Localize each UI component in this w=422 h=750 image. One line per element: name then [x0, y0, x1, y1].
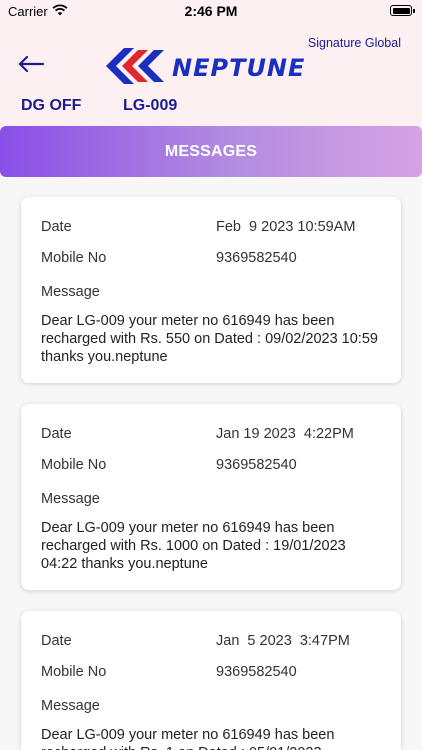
- message-text: Dear LG-009 your meter no 616949 has bee…: [41, 727, 335, 750]
- message-text: Dear LG-009 your meter no 616949 has bee…: [41, 520, 346, 572]
- message-card: Date Jan 19 2023 4:22PM Mobile No 936958…: [21, 404, 401, 590]
- mobile-value: 9369582540: [216, 457, 297, 473]
- message-label: Message: [41, 284, 100, 300]
- mobile-value: 9369582540: [216, 250, 297, 266]
- mobile-value: 9369582540: [216, 664, 297, 680]
- status-bar: Carrier 2:46 PM: [0, 0, 422, 24]
- page-title: MESSAGES: [164, 142, 258, 160]
- message-card: Date Feb 9 2023 10:59AM Mobile No 936958…: [21, 197, 401, 383]
- mobile-label: Mobile No: [41, 664, 107, 680]
- date-label: Date: [41, 633, 72, 649]
- mobile-label: Mobile No: [41, 457, 107, 473]
- date-value: Feb 9 2023 10:59AM: [216, 219, 356, 235]
- logo-text: NEPTUNE: [172, 54, 306, 82]
- unit-id-label: LG-009: [123, 97, 178, 114]
- battery-icon: [390, 5, 415, 16]
- clock: 2:46 PM: [184, 3, 238, 19]
- back-arrow-icon[interactable]: [16, 52, 46, 76]
- messages-banner: MESSAGES: [0, 126, 422, 177]
- company-name: Signature Global: [307, 36, 401, 50]
- mobile-label: Mobile No: [41, 250, 107, 266]
- date-value: Jan 19 2023 4:22PM: [216, 426, 354, 442]
- message-label: Message: [41, 698, 100, 714]
- logo-mark-icon: [106, 48, 164, 84]
- neptune-logo: NEPTUNE: [102, 46, 320, 86]
- message-text: Dear LG-009 your meter no 616949 has bee…: [41, 313, 378, 365]
- date-label: Date: [41, 219, 72, 235]
- app-header: Carrier 2:46 PM NEPTUNE Signature Global…: [0, 0, 422, 128]
- date-value: Jan 5 2023 3:47PM: [216, 633, 350, 649]
- date-label: Date: [41, 426, 72, 442]
- dg-status-label: DG OFF: [21, 97, 82, 114]
- message-label: Message: [41, 491, 100, 507]
- message-card: Date Jan 5 2023 3:47PM Mobile No 9369582…: [21, 611, 401, 750]
